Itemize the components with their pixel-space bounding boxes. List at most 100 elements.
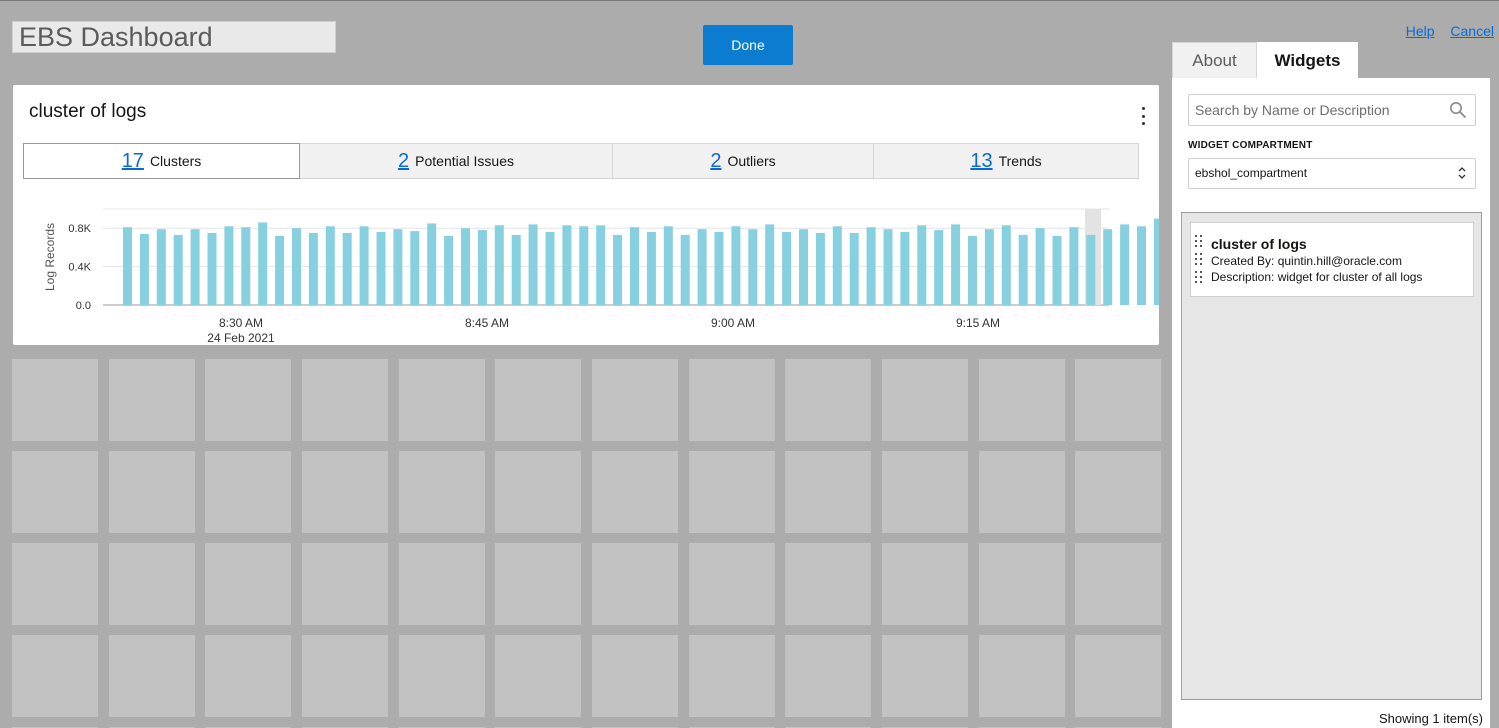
chart-bar[interactable] xyxy=(849,233,859,305)
chart-bar[interactable] xyxy=(984,229,994,305)
chart-bar[interactable] xyxy=(444,235,454,305)
grid-placeholder-cell xyxy=(882,543,968,625)
chart-bar[interactable] xyxy=(968,235,977,305)
tab-clusters[interactable]: 17 Clusters xyxy=(23,143,300,179)
potential-issues-count[interactable]: 2 xyxy=(398,150,409,173)
chart-bar[interactable] xyxy=(1018,234,1028,305)
showing-count: Showing 1 item(s) xyxy=(1378,711,1483,726)
chart-bar[interactable] xyxy=(427,223,437,305)
chart-bar[interactable] xyxy=(934,230,944,305)
chart-bar[interactable] xyxy=(224,226,234,305)
chart-bar[interactable] xyxy=(123,227,132,305)
help-link[interactable]: Help xyxy=(1406,23,1435,39)
compartment-label: WIDGET COMPARTMENT xyxy=(1188,140,1313,151)
chart-bar[interactable] xyxy=(731,226,741,305)
cluster-widget[interactable]: cluster of logs 17 Clusters 2 Potential … xyxy=(13,85,1159,345)
chart-bar[interactable] xyxy=(511,234,521,305)
chart-bar[interactable] xyxy=(866,227,876,305)
chart-bar[interactable] xyxy=(359,226,369,305)
chart-bar[interactable] xyxy=(325,226,335,305)
chart-bar[interactable] xyxy=(1103,229,1113,305)
grid-placeholder-cell xyxy=(12,359,98,441)
grid-placeholder-cell xyxy=(302,359,388,441)
chart-bar[interactable] xyxy=(1069,227,1079,305)
chart-bar[interactable] xyxy=(494,225,504,305)
chart-bar[interactable] xyxy=(765,224,775,305)
done-button[interactable]: Done xyxy=(703,25,793,65)
chart-bar[interactable] xyxy=(1137,226,1146,305)
chart-bar[interactable] xyxy=(545,232,555,305)
tab-outliers[interactable]: 2 Outliers xyxy=(613,143,874,179)
more-options-icon[interactable] xyxy=(1139,107,1147,125)
widget-tabs: 17 Clusters 2 Potential Issues 2 Outlier… xyxy=(23,143,1139,180)
tab-potential-issues[interactable]: 2 Potential Issues xyxy=(300,143,613,179)
dashboard-title-input[interactable]: EBS Dashboard xyxy=(12,21,336,53)
chart-bar[interactable] xyxy=(562,225,572,305)
chart-bar[interactable] xyxy=(308,233,318,305)
chart-bar[interactable] xyxy=(477,230,487,305)
chart-bar[interactable] xyxy=(528,224,538,305)
chart-bar[interactable] xyxy=(1035,228,1045,305)
grid-placeholder-cell xyxy=(12,635,98,717)
chart-bar[interactable] xyxy=(393,229,403,305)
chart-bar[interactable] xyxy=(697,229,707,305)
tab-widgets[interactable]: Widgets xyxy=(1257,42,1358,79)
x-tick-label: 8:45 AM xyxy=(465,316,509,330)
chart-bar[interactable] xyxy=(799,229,808,305)
y-tick-label: 0.8K xyxy=(68,223,91,235)
widget-search[interactable] xyxy=(1188,94,1476,126)
chart-bar[interactable] xyxy=(951,224,961,305)
chart-bar[interactable] xyxy=(832,226,842,305)
drag-handle-icon[interactable] xyxy=(1195,235,1203,287)
grid-placeholder-cell xyxy=(302,543,388,625)
chart-bar[interactable] xyxy=(613,234,623,305)
grid-placeholder-cell xyxy=(1075,359,1161,441)
chart-bar[interactable] xyxy=(275,235,285,305)
chart-bar[interactable] xyxy=(139,234,149,305)
chart-bar[interactable] xyxy=(292,228,301,305)
chart-bar[interactable] xyxy=(1001,225,1011,305)
chart-bar[interactable] xyxy=(241,227,251,305)
chart-bar[interactable] xyxy=(258,222,268,305)
chart-bar[interactable] xyxy=(883,229,893,305)
chart-bar[interactable] xyxy=(917,225,927,305)
chart-bar[interactable] xyxy=(579,226,589,305)
chart-bar[interactable] xyxy=(596,225,606,305)
chart-bar[interactable] xyxy=(680,234,690,305)
compartment-select[interactable]: ebshol_compartment xyxy=(1188,158,1476,189)
log-records-chart[interactable]: 0.0 0.4K 0.8K Log Records 8:30 AM 8:45 AM 9:00… xyxy=(13,195,1159,345)
chart-bar[interactable] xyxy=(1153,218,1159,305)
tab-about[interactable]: About xyxy=(1172,42,1257,79)
chart-bar[interactable] xyxy=(190,229,200,305)
chart-bar[interactable] xyxy=(1086,234,1096,305)
grid-placeholder-cell xyxy=(785,635,871,717)
chart-bar[interactable] xyxy=(207,233,217,305)
chart-bar[interactable] xyxy=(156,229,166,305)
chart-bar[interactable] xyxy=(376,232,386,305)
chart-bar[interactable] xyxy=(630,227,639,305)
chart-bar[interactable] xyxy=(748,229,758,305)
chart-bar[interactable] xyxy=(782,232,792,305)
chart-bar[interactable] xyxy=(714,232,724,305)
list-item[interactable]: cluster of logs Created By: quintin.hill… xyxy=(1190,222,1474,297)
chart-bar[interactable] xyxy=(1120,224,1130,305)
tab-trends[interactable]: 13 Trends xyxy=(874,143,1139,179)
x-tick-label: 9:00 AM xyxy=(711,316,755,330)
trends-count[interactable]: 13 xyxy=(970,150,992,173)
outliers-count[interactable]: 2 xyxy=(710,150,721,173)
chart-bar[interactable] xyxy=(173,234,183,305)
chart-bar[interactable] xyxy=(1052,235,1062,305)
chart-bar[interactable] xyxy=(342,233,352,305)
chart-bar[interactable] xyxy=(663,226,673,305)
search-input[interactable] xyxy=(1189,95,1439,125)
search-icon[interactable] xyxy=(1449,101,1467,119)
chart-bar[interactable] xyxy=(646,232,656,305)
cancel-link[interactable]: Cancel xyxy=(1450,23,1494,39)
chart-bar[interactable] xyxy=(815,233,825,305)
grid-placeholder-cell xyxy=(205,635,291,717)
chart-bar[interactable] xyxy=(900,232,910,305)
clusters-count[interactable]: 17 xyxy=(122,150,144,173)
chart-bar[interactable] xyxy=(410,231,420,305)
clusters-label: Clusters xyxy=(149,153,202,169)
chart-bar[interactable] xyxy=(461,228,470,305)
